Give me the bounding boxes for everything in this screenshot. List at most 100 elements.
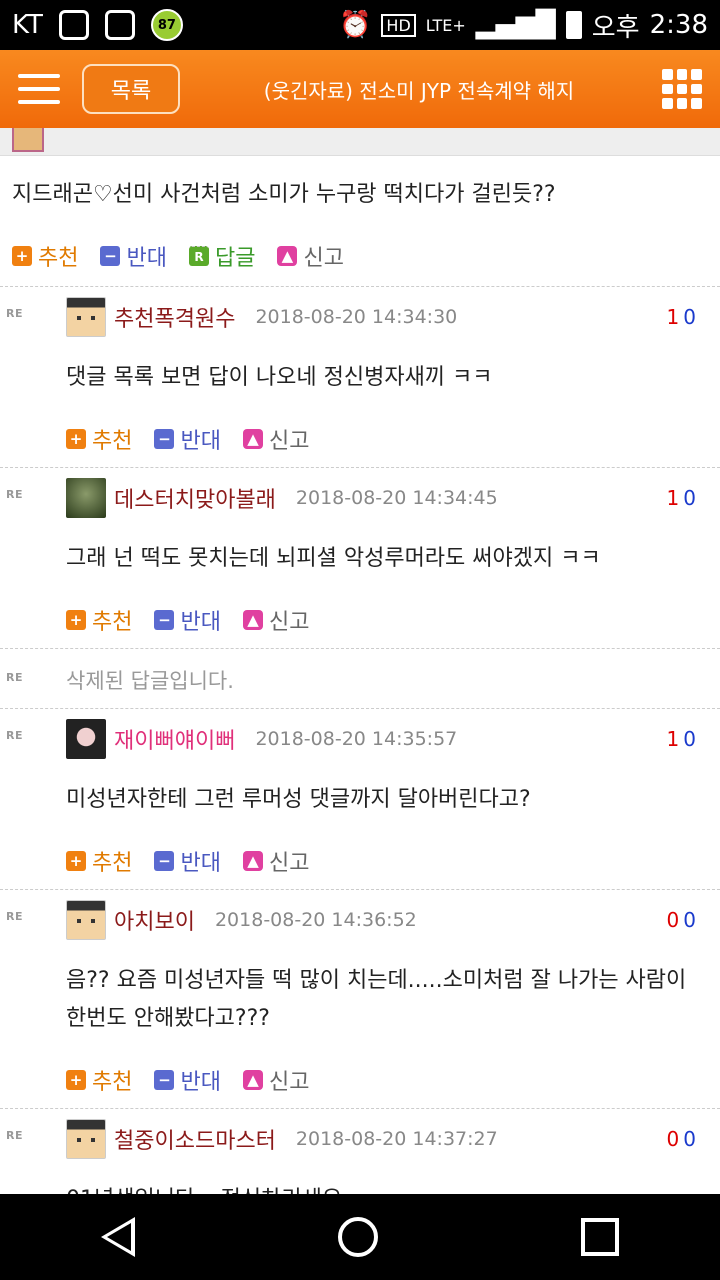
vote-count: 00 (666, 908, 700, 932)
deleted-text: 삭제된 답글입니다. (66, 669, 234, 693)
nickname[interactable]: 재이뻐얘이뻐 (114, 723, 235, 755)
system-nav-bar (0, 1194, 720, 1280)
reply-actions: + 추천 − 반대 ▲ 신고 (0, 1038, 720, 1108)
list-button[interactable]: 목록 (82, 64, 180, 114)
recommend-button[interactable]: + 추천 (66, 604, 132, 636)
siren-icon: ▲ (242, 610, 263, 630)
page-title: (웃긴자료) 전소미 JYP 전속계약 해지 (263, 78, 575, 103)
recommend-button[interactable]: + 추천 (66, 423, 132, 455)
reply-item: RE 철중이소드마스터 2018-08-20 14:37:27 00 01년생입… (0, 1108, 720, 1194)
avatar (66, 1119, 106, 1159)
reply-item: RE 재이뻐얘이뻐 2018-08-20 14:35:57 10 미성년자한테 … (0, 708, 720, 889)
report-button[interactable]: ▲ 신고 (242, 845, 309, 877)
image-icon (104, 10, 135, 40)
report-button[interactable]: ▲ 신고 (242, 423, 309, 455)
signal-icon: ▂▄▆█ (475, 10, 556, 40)
report-button[interactable]: ▲ 신고 (277, 240, 344, 272)
plus-icon: + (12, 246, 32, 266)
avatar (66, 719, 106, 759)
timestamp: 2018-08-20 14:34:30 (255, 306, 458, 328)
siren-icon: ▲ (242, 1070, 263, 1090)
avatar (12, 128, 44, 152)
siren-icon: ▲ (242, 851, 263, 871)
status-bar: KT 87 ⏰ HD LTE+ ▂▄▆█ 오후 2:38 (0, 0, 720, 50)
timestamp: 2018-08-20 14:34:45 (295, 487, 498, 509)
vote-count: 10 (666, 305, 700, 329)
comment-actions: + 추천 − 반대 R 답글 ▲ 신고 (0, 226, 720, 286)
back-icon[interactable] (101, 1217, 136, 1257)
timestamp: 2018-08-20 14:35:57 (255, 728, 458, 750)
vote-count: 00 (666, 1127, 700, 1151)
reply-icon: R (188, 246, 209, 266)
hd-icon: HD (381, 13, 416, 37)
minus-icon: − (100, 246, 121, 266)
app-bar: 목록 (웃긴자료) 전소미 JYP 전속계약 해지 (0, 50, 720, 128)
pill-icon (58, 10, 89, 40)
battery-icon (565, 11, 582, 39)
reply-text: 미성년자한테 그런 루머성 댓글까지 달아버린다고? (66, 787, 531, 812)
minus-icon: − (154, 851, 175, 871)
carrier-label: KT (12, 10, 43, 40)
reply-item: RE 추천폭격원수 2018-08-20 14:34:30 10 댓글 목록 보… (0, 286, 720, 467)
alarm-icon: ⏰ (339, 10, 372, 40)
siren-icon: ▲ (277, 246, 298, 266)
recent-apps-icon[interactable] (580, 1218, 619, 1256)
grid-menu-icon[interactable] (662, 69, 702, 109)
oppose-button[interactable]: − 반대 (100, 240, 167, 272)
deleted-reply: RE 삭제된 답글입니다. (0, 648, 720, 708)
report-button[interactable]: ▲ 신고 (242, 1064, 309, 1096)
avatar (66, 297, 106, 337)
reply-actions: + 추천 − 반대 ▲ 신고 (0, 819, 720, 889)
reply-item: RE 데스터치맞아볼래 2018-08-20 14:34:45 10 그래 넌 … (0, 467, 720, 648)
reply-actions: + 추천 − 반대 ▲ 신고 (0, 397, 720, 467)
minus-icon: − (154, 610, 175, 630)
plus-icon: + (66, 1070, 86, 1090)
reply-arrow-icon: RE (6, 729, 23, 742)
siren-icon: ▲ (242, 429, 263, 449)
reply-arrow-icon: RE (6, 488, 23, 501)
comment-header-cut (0, 128, 720, 156)
reply-arrow-icon: RE (6, 910, 23, 923)
vote-count: 10 (666, 486, 700, 510)
plus-icon: + (66, 851, 86, 871)
nickname[interactable]: 데스터치맞아볼래 (114, 482, 276, 514)
minus-icon: − (154, 1070, 175, 1090)
clock: 2:38 (649, 10, 708, 40)
reply-text: 음?? 요즘 미성년자들 떡 많이 치는데.....소미처럼 잘 나가는 사람이… (66, 968, 687, 1031)
reply-text: 댓글 목록 보면 답이 나오네 정신병자새끼 ㅋㅋ (66, 365, 493, 390)
report-button[interactable]: ▲ 신고 (242, 604, 309, 636)
reply-item: RE 아치보이 2018-08-20 14:36:52 00 음?? 요즘 미성… (0, 889, 720, 1108)
home-icon[interactable] (337, 1217, 378, 1257)
reply-text: 01년생입니다~ 정신차리세요~ (0, 1169, 720, 1194)
recommend-button[interactable]: + 추천 (12, 240, 78, 272)
vote-count: 10 (666, 727, 700, 751)
oppose-button[interactable]: − 반대 (154, 604, 221, 636)
reply-button[interactable]: R 답글 (188, 240, 255, 272)
recommend-button[interactable]: + 추천 (66, 1064, 132, 1096)
badge-icon: 87 (150, 9, 183, 41)
plus-icon: + (66, 429, 86, 449)
reply-text: 그래 넌 떡도 못치는데 뇌피셜 악성루머라도 써야겠지 ㅋㅋ (66, 546, 601, 571)
minus-icon: − (154, 429, 175, 449)
timestamp: 2018-08-20 14:36:52 (214, 909, 417, 931)
avatar (66, 478, 106, 518)
timestamp: 2018-08-20 14:37:27 (295, 1128, 498, 1150)
reply-arrow-icon: RE (6, 1129, 23, 1142)
comment-text: 지드래곤♡선미 사건처럼 소미가 누구랑 떡치다가 걸린듯?? (12, 182, 556, 207)
nickname[interactable]: 아치보이 (114, 904, 195, 936)
avatar (66, 900, 106, 940)
reply-actions: + 추천 − 반대 ▲ 신고 (0, 578, 720, 648)
oppose-button[interactable]: − 반대 (154, 845, 221, 877)
nickname[interactable]: 철중이소드마스터 (114, 1123, 276, 1155)
recommend-button[interactable]: + 추천 (66, 845, 132, 877)
ampm-label: 오후 (591, 12, 640, 43)
plus-icon: + (66, 610, 86, 630)
reply-arrow-icon: RE (6, 671, 23, 684)
oppose-button[interactable]: − 반대 (154, 1064, 221, 1096)
lte-icon: LTE+ (425, 15, 466, 35)
nickname[interactable]: 추천폭격원수 (114, 301, 235, 333)
reply-arrow-icon: RE (6, 307, 23, 320)
menu-icon[interactable] (18, 74, 60, 104)
comment-list: 지드래곤♡선미 사건처럼 소미가 누구랑 떡치다가 걸린듯?? + 추천 − 반대 … (0, 128, 720, 1194)
oppose-button[interactable]: − 반대 (154, 423, 221, 455)
